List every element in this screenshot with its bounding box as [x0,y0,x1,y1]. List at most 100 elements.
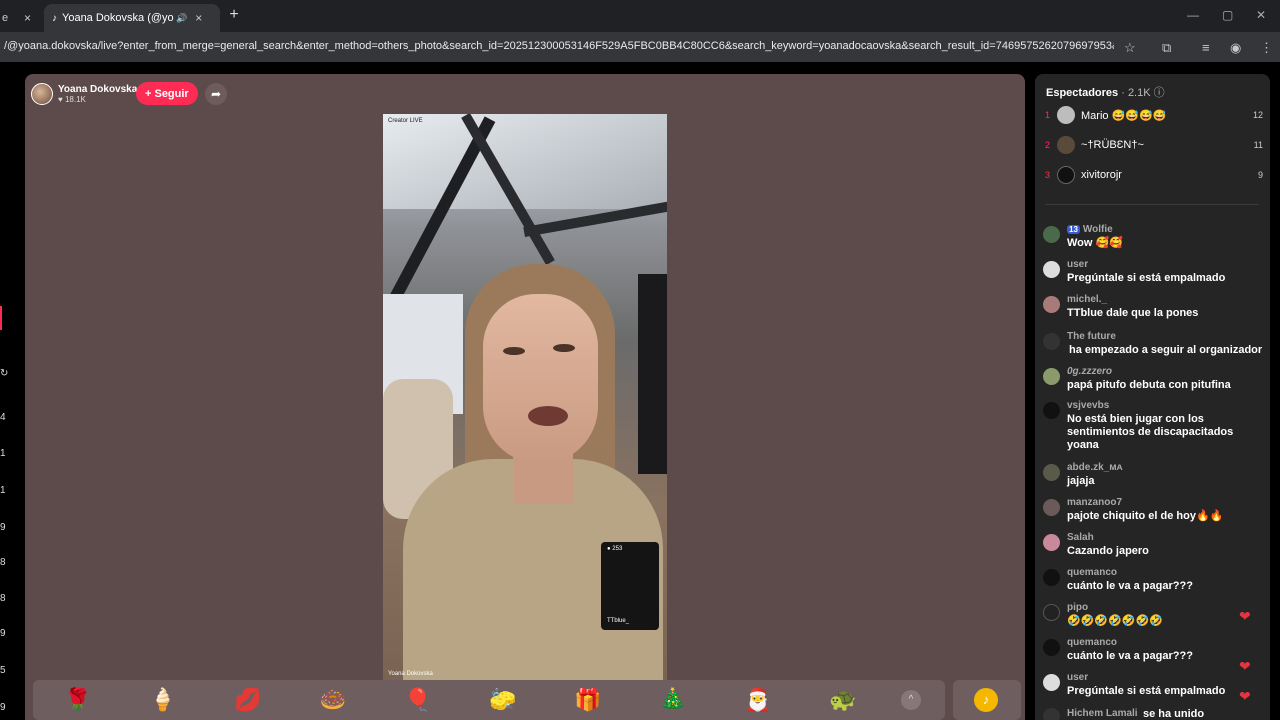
chat-username: quemanco [1067,567,1118,578]
viewer-rank: 1 [1045,110,1051,120]
chat-username: 13 Wolfie [1067,224,1113,235]
top-viewer[interactable]: 3 xivitorojr 9 [1045,164,1263,186]
video-eye [553,344,575,352]
gift-item[interactable]: 🍦 [148,686,178,714]
live-stage: Yoana Dokovska ♥ 18.1K + Seguir ➦ Creato… [25,74,1025,720]
gift-item[interactable]: 🧽 [488,686,518,714]
heart-icon: ❤ [1239,608,1251,624]
tab-title: Yoana Dokovska (@yoana.d [62,12,174,24]
avatar [1043,674,1060,691]
audio-icon[interactable]: 🔊 [176,13,187,24]
viewer-score: 9 [1257,170,1263,180]
chat-username: pipo [1067,602,1089,613]
host-name[interactable]: Yoana Dokovska [58,84,137,95]
extensions-icon[interactable]: ⧉ [1162,40,1171,56]
avatar [1043,368,1060,385]
media-control-icon[interactable]: ≡ [1202,40,1210,55]
host-avatar[interactable] [31,83,53,105]
gift-item[interactable]: 🐢 [828,686,858,714]
avatar [1043,639,1060,656]
rail-number: 8 [0,557,6,568]
rail-number: 1 [0,448,6,459]
gift-bar: 🌹 🍦 💋 🍩 🎈 🧽 🎁 🎄 🎅 🐢 ^ [33,680,945,720]
gift-item[interactable]: 🎁 [573,686,603,714]
video-top-label: Creator LIVE [388,118,423,124]
video-bottom-label: Yoana Dokovska [388,671,433,677]
guest-video[interactable]: ● 253 TTblue_ [601,542,659,630]
rail-number: 9 [0,522,6,533]
gift-item[interactable]: 🎈 [403,686,433,714]
guest-name: TTblue_ [607,618,630,624]
share-icon[interactable]: ➦ [205,83,227,105]
window-close-icon[interactable]: ✕ [1256,8,1266,22]
new-tab-button[interactable]: + [226,6,242,24]
chat-username: Hichem Lamali [1067,708,1138,719]
chat-text: se ha unido [1143,708,1205,720]
chat-text: cuánto le va a pagar??? [1067,650,1193,662]
close-icon[interactable]: × [195,11,202,25]
url-field[interactable]: /@yoana.dokovska/live?enter_from_merge=g… [4,40,1114,52]
chat-text: ha empezado a seguir al organizador [1069,344,1263,356]
tab-previous[interactable]: e × [0,4,40,32]
avatar [1043,226,1060,243]
chat-text: Cazando japero [1067,545,1149,557]
chat-username: manzanoo7 [1067,497,1123,508]
gift-item[interactable]: 💋 [233,686,263,714]
host-info[interactable]: Yoana Dokovska ♥ 18.1K [31,80,137,108]
chat-username: vsjvevbs [1067,400,1110,411]
follow-icon [1043,333,1060,350]
avatar [1043,569,1060,586]
viewer-name: xivitorojr [1081,169,1122,181]
heart-icon: ❤ [1239,688,1251,704]
chat-username-text: Wolfie [1082,224,1113,235]
viewer-rank: 2 [1045,140,1051,150]
avatar [1043,464,1060,481]
tab-title: e [2,12,9,24]
sidebar-title: Espectadores · 2.1K ⓘ [1046,84,1165,100]
address-bar: /@yoana.dokovska/live?enter_from_merge=g… [0,32,1280,62]
follow-button[interactable]: + Seguir [136,82,198,105]
avatar [1043,261,1060,278]
maximize-icon[interactable]: ▢ [1222,8,1233,22]
bookmark-star-icon[interactable]: ☆ [1124,40,1136,56]
chat-text: TTblue dale que la pones [1067,307,1199,319]
top-viewer[interactable]: 1 Mario 😅😅😅😅 12 [1045,104,1263,126]
rail-refresh-icon[interactable]: ↻ [0,368,8,379]
browser-tab-bar: e × ♪ Yoana Dokovska (@yoana.d 🔊 × + — ▢… [0,0,1280,32]
viewer-count: · 2.1K ⓘ [1121,87,1165,99]
gift-item[interactable]: 🎄 [658,686,688,714]
chat-text: 🤣🤣🤣🤣🤣🤣🤣 [1067,615,1163,627]
gift-item[interactable]: 🌹 [63,686,93,714]
chat-text: Pregúntale si está empalmado [1067,272,1226,284]
viewer-rank: 3 [1045,170,1051,180]
rail-number: 4 [0,412,6,423]
minimize-icon[interactable]: — [1187,8,1199,22]
expand-gifts-button[interactable]: ^ [901,690,921,710]
coin-icon[interactable]: ♪ [974,688,998,712]
chat-username: The future [1067,331,1116,342]
avatar [1057,136,1075,154]
tab-active[interactable]: ♪ Yoana Dokovska (@yoana.d 🔊 × [44,4,220,32]
viewer-name: Mario 😅😅😅😅 [1081,109,1167,122]
avatar [1043,534,1060,551]
avatar [1043,402,1060,419]
left-rail-marker [0,306,2,330]
video-face [483,294,598,464]
menu-icon[interactable]: ⋮ [1260,40,1273,56]
tiktok-logo-icon: ♪ [52,12,57,24]
avatar [1043,296,1060,313]
profile-icon[interactable]: ◉ [1230,40,1241,56]
coin-area: ♪ [953,680,1021,720]
viewer-name: ~†RÜBƐN†~ [1081,139,1144,151]
gift-item[interactable]: 🍩 [318,686,348,714]
close-icon[interactable]: × [24,11,31,25]
gift-item[interactable]: 🎅 [743,686,773,714]
chat-username: michel._ [1067,294,1108,305]
live-video[interactable]: Creator LIVE Yoana Dokovska ● 253 TTblue… [383,114,667,680]
avatar [1057,166,1075,184]
level-badge: 13 [1067,225,1080,234]
chat-text: papá pitufo debuta con pitufina [1067,379,1231,391]
guest-count: ● 253 [607,546,623,552]
top-viewer[interactable]: 2 ~†RÜBƐN†~ 11 [1045,134,1263,156]
video-mouth [528,406,568,426]
